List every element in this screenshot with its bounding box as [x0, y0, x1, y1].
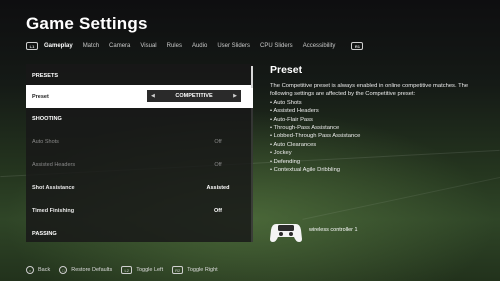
- tab-gameplay[interactable]: Gameplay: [44, 43, 73, 49]
- scrollbar-thumb[interactable]: [251, 66, 253, 88]
- affected-settings-list: Auto Shots Assisted Headers Auto-Flair P…: [270, 99, 490, 175]
- setting-value: COMPETITIVE: [175, 93, 213, 99]
- list-item: Through-Pass Assistance: [270, 124, 490, 132]
- tab-rules[interactable]: Rules: [167, 43, 182, 49]
- setting-label: Preset: [32, 93, 49, 100]
- toggle-right-hint[interactable]: Toggle Right: [187, 267, 218, 273]
- section-label: SHOOTING: [32, 115, 62, 122]
- preset-selector[interactable]: ◀ COMPETITIVE ▶: [147, 90, 241, 102]
- restore-defaults-hint[interactable]: Restore Defaults: [71, 267, 112, 273]
- setting-row-auto-shots: Auto Shots Off: [26, 130, 253, 153]
- section-header-shooting: SHOOTING: [26, 107, 253, 130]
- square-button-icon[interactable]: □: [59, 266, 68, 274]
- back-hint[interactable]: Back: [38, 267, 50, 273]
- setting-label: Shot Assistance: [32, 184, 75, 191]
- settings-list: PRESETS Preset ◀ COMPETITIVE ▶ SHOOTING …: [26, 64, 253, 242]
- tab-audio[interactable]: Audio: [192, 43, 207, 49]
- setting-label: Assisted Headers: [32, 161, 76, 168]
- section-label: PRESETS: [32, 72, 59, 79]
- setting-label: Auto Shots: [32, 138, 59, 145]
- l1-bumper-icon[interactable]: L1: [26, 42, 38, 50]
- footer-hints: ○ Back □ Restore Defaults L2 Toggle Left…: [26, 265, 227, 275]
- section-header-presets: PRESETS: [26, 64, 253, 87]
- setting-label: Timed Finishing: [32, 207, 75, 214]
- controller-icon: [270, 224, 302, 242]
- controller-label: wireless controller 1: [309, 227, 358, 233]
- setting-row-preset[interactable]: Preset ◀ COMPETITIVE ▶: [26, 85, 253, 108]
- list-item: Contextual Agile Dribbling: [270, 166, 490, 174]
- l2-button-icon[interactable]: L2: [121, 266, 133, 274]
- page-title: Game Settings: [26, 14, 148, 33]
- list-item: Auto Clearances: [270, 141, 490, 149]
- setting-value: Off: [214, 207, 222, 214]
- chevron-right-icon[interactable]: ▶: [233, 93, 237, 99]
- list-item: Assisted Headers: [270, 107, 490, 115]
- circle-button-icon[interactable]: ○: [26, 266, 34, 274]
- info-panel: Preset The Competitive preset is always …: [270, 64, 490, 174]
- tab-visual[interactable]: Visual: [140, 43, 156, 49]
- setting-value: Off: [214, 138, 222, 145]
- setting-row-timed-finishing[interactable]: Timed Finishing Off: [26, 199, 253, 222]
- chevron-left-icon[interactable]: ◀: [151, 93, 155, 99]
- tab-bar: L1 Gameplay Match Camera Visual Rules Au…: [26, 41, 364, 51]
- r2-button-icon[interactable]: R2: [172, 266, 184, 274]
- setting-value: Assisted: [206, 184, 230, 191]
- info-description: The Competitive preset is always enabled…: [270, 83, 469, 98]
- setting-value: Off: [214, 161, 222, 168]
- section-label: PASSING: [32, 230, 57, 237]
- list-item: Jockey: [270, 149, 490, 157]
- setting-row-assisted-headers: Assisted Headers Off: [26, 153, 253, 176]
- toggle-left-hint[interactable]: Toggle Left: [136, 267, 163, 273]
- pitch-line: [302, 171, 500, 220]
- scrollbar[interactable]: [251, 66, 253, 242]
- list-item: Auto-Flair Pass: [270, 116, 490, 124]
- r1-bumper-icon[interactable]: R1: [351, 42, 364, 50]
- section-header-passing: PASSING: [26, 222, 253, 245]
- list-item: Defending: [270, 158, 490, 166]
- info-title: Preset: [270, 64, 303, 76]
- tab-cpu-sliders[interactable]: CPU Sliders: [260, 43, 293, 49]
- setting-row-shot-assistance[interactable]: Shot Assistance Assisted: [26, 176, 253, 199]
- tab-camera[interactable]: Camera: [109, 43, 130, 49]
- list-item: Lobbed-Through Pass Assistance: [270, 132, 490, 140]
- tab-match[interactable]: Match: [83, 43, 99, 49]
- list-item: Auto Shots: [270, 99, 490, 107]
- tab-user-sliders[interactable]: User Sliders: [217, 43, 250, 49]
- tab-accessibility[interactable]: Accessibility: [303, 43, 336, 49]
